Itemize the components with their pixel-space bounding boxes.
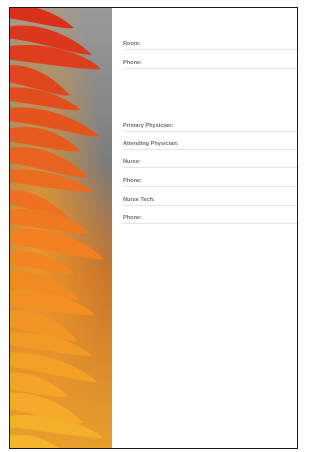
room-label: Room: (123, 41, 141, 47)
primary-physician-field[interactable]: Primary Physician: (123, 123, 297, 135)
room-phone-entry-line (123, 68, 297, 69)
nurse-entry-line (123, 167, 297, 168)
room-phone-label: Phone: (123, 60, 142, 66)
attending-physician-entry-line (123, 149, 297, 150)
nurse-phone-entry-line (123, 186, 297, 187)
nurse-phone-field[interactable]: Phone: (123, 178, 297, 190)
attending-physician-field[interactable]: Attending Physician: (123, 141, 297, 153)
form-page: Room: Phone: Primary Physician: Attendin… (9, 7, 298, 449)
nurse-tech-phone-field[interactable]: Phone: (123, 215, 297, 227)
nurse-tech-phone-label: Phone: (123, 215, 142, 221)
nurse-field[interactable]: Nurse: (123, 159, 297, 171)
room-field[interactable]: Room: (123, 41, 297, 53)
nurse-tech-label: Nurse Tech: (123, 197, 155, 203)
nurse-tech-phone-entry-line (123, 223, 297, 224)
nurse-tech-entry-line (123, 205, 297, 206)
primary-physician-label: Primary Physician: (123, 123, 174, 129)
nurse-phone-label: Phone: (123, 178, 142, 184)
attending-physician-label: Attending Physician: (123, 141, 179, 147)
primary-physician-entry-line (123, 131, 297, 132)
room-phone-field[interactable]: Phone: (123, 60, 297, 72)
room-entry-line (123, 49, 297, 50)
nurse-label: Nurse: (123, 159, 141, 165)
patient-contact-form: Room: Phone: Primary Physician: Attendin… (10, 8, 297, 448)
nurse-tech-field[interactable]: Nurse Tech: (123, 197, 297, 209)
